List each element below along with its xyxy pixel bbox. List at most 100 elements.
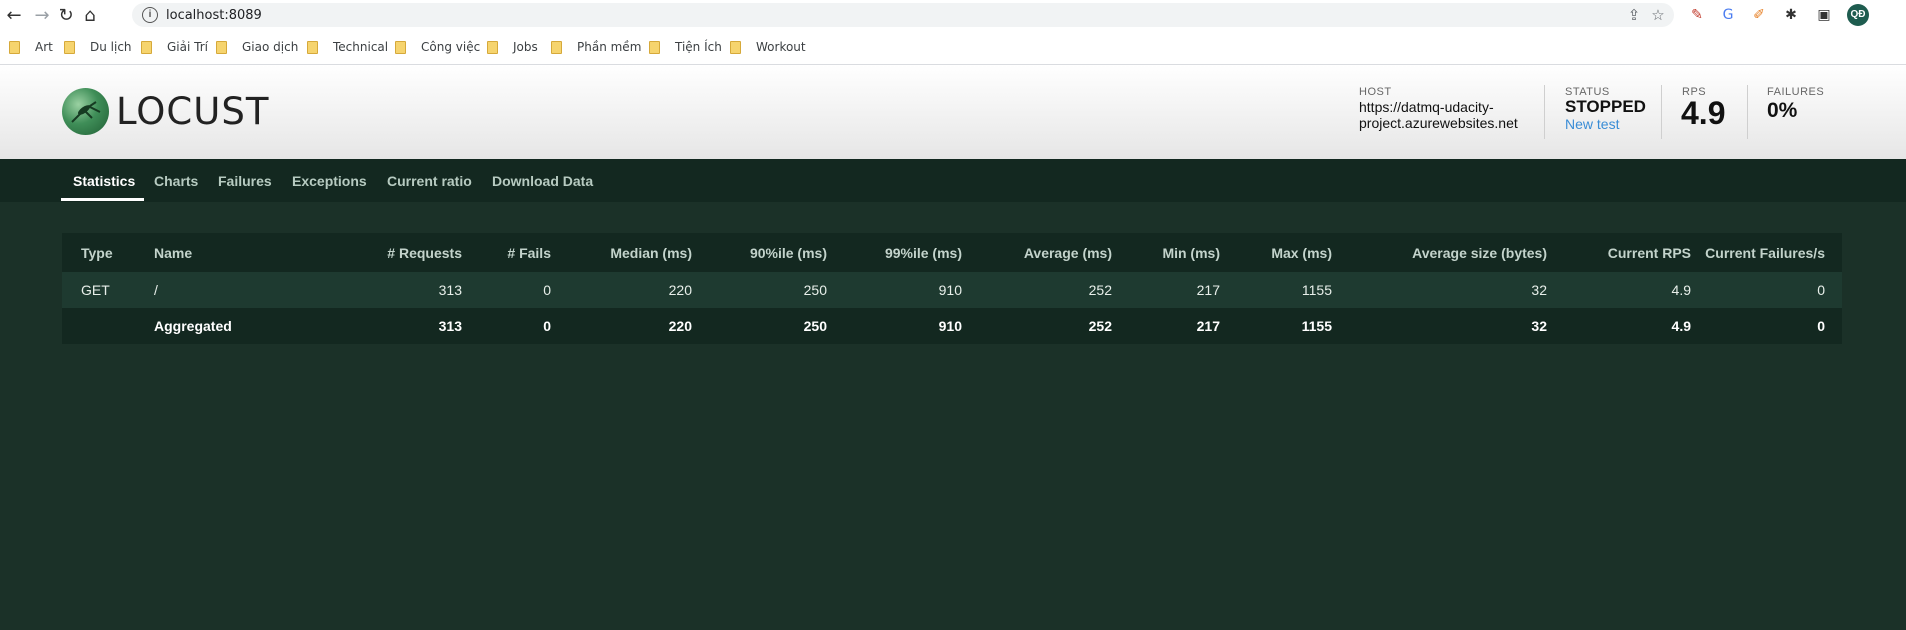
extensions-puzzle-icon[interactable]: ✱ [1781, 5, 1801, 25]
header-divider [1747, 85, 1748, 139]
rps-value: 4.9 [1681, 95, 1726, 131]
folder-icon [649, 40, 660, 54]
column-header[interactable]: Average (ms) [1024, 245, 1112, 261]
cell-current-failures: 0 [1817, 318, 1825, 334]
extension-pen-icon[interactable]: ✎ [1687, 5, 1707, 25]
cell-median: 220 [668, 318, 692, 334]
cell-max: 1155 [1301, 318, 1332, 334]
cell-fails: 0 [543, 318, 551, 334]
back-icon[interactable]: ← [2, 3, 26, 27]
column-header[interactable]: Current Failures/s [1705, 245, 1825, 261]
failures-label: FAILURES [1767, 86, 1825, 98]
grasshopper-icon [71, 101, 101, 123]
cell-requests: 313 [438, 318, 462, 334]
column-header[interactable]: Average size (bytes) [1412, 245, 1547, 261]
tab-exceptions[interactable]: Exceptions [292, 173, 367, 189]
cell-max: 1155 [1301, 282, 1332, 298]
bookmark-folder[interactable]: Tiện Ích [649, 38, 722, 56]
bookmark-folder[interactable]: Phần mềm [551, 38, 641, 56]
folder-icon [307, 40, 318, 54]
tab-download-data[interactable]: Download Data [492, 173, 593, 189]
cell-fails: 0 [543, 282, 551, 298]
reload-icon[interactable]: ↻ [54, 3, 78, 27]
bookmark-folder[interactable]: Giải Trí [141, 38, 208, 56]
cell-requests: 313 [438, 282, 462, 298]
locust-logo-icon [62, 88, 109, 135]
bookmark-folder[interactable]: Technical [307, 38, 388, 56]
cell-current-rps: 4.9 [1671, 318, 1691, 334]
browser-toolbar: ← → ↻ ⌂ i localhost:8089 ⇪ ☆ ✎ G ✐ ✱ ▣ Q… [0, 0, 1906, 30]
tab-current-ratio[interactable]: Current ratio [387, 173, 472, 189]
side-panel-icon[interactable]: ▣ [1814, 5, 1834, 25]
cell-p90: 250 [803, 318, 827, 334]
forward-icon[interactable]: → [30, 3, 54, 27]
tab-charts[interactable]: Charts [154, 173, 198, 189]
column-header[interactable]: Max (ms) [1271, 245, 1332, 261]
column-header[interactable]: # Requests [387, 245, 462, 261]
bookmark-star-icon[interactable]: ☆ [1648, 5, 1668, 25]
folder-icon [730, 40, 741, 54]
new-test-link[interactable]: New test [1565, 116, 1619, 132]
tab-failures[interactable]: Failures [218, 173, 272, 189]
folder-icon [487, 40, 498, 54]
bookmark-folder[interactable]: Art [9, 38, 53, 56]
cell-avg-size: 32 [1531, 318, 1547, 334]
column-header[interactable]: Min (ms) [1162, 245, 1220, 261]
status-value: STOPPED [1565, 97, 1646, 116]
column-header[interactable]: Current RPS [1608, 245, 1691, 261]
bookmark-folder[interactable]: Jobs [487, 38, 538, 56]
folder-icon [216, 40, 227, 54]
table-header-row: Type Name # Requests # Fails Median (ms)… [62, 233, 1842, 272]
cell-p90: 250 [803, 282, 827, 298]
profile-avatar[interactable]: QĐ [1847, 4, 1869, 26]
column-header[interactable]: Type [81, 245, 113, 261]
address-bar[interactable]: i localhost:8089 ⇪ ☆ [132, 3, 1674, 27]
table-row: GET / 313 0 220 250 910 252 217 1155 32 … [62, 272, 1842, 308]
active-tab-indicator [61, 198, 144, 201]
cell-min: 217 [1196, 318, 1220, 334]
locust-header: LOCUST HOST https://datmq-udacity-projec… [0, 65, 1906, 159]
table-aggregated-row: Aggregated 313 0 220 250 910 252 217 115… [62, 308, 1842, 344]
home-icon[interactable]: ⌂ [78, 3, 102, 27]
failures-value: 0% [1767, 99, 1798, 122]
cell-type: GET [81, 282, 110, 298]
translate-extension-icon[interactable]: G [1718, 5, 1738, 25]
bookmarks-bar: Art Du lịch Giải Trí Giao dịch Technical… [0, 30, 1906, 65]
folder-icon [141, 40, 152, 54]
folder-icon [9, 40, 20, 54]
column-header[interactable]: Median (ms) [610, 245, 692, 261]
folder-icon [64, 40, 75, 54]
share-icon[interactable]: ⇪ [1624, 5, 1644, 25]
cell-average: 252 [1088, 282, 1112, 298]
header-divider [1544, 85, 1545, 139]
bookmark-folder[interactable]: Công việc [395, 38, 480, 56]
cell-current-failures: 0 [1817, 282, 1825, 298]
cell-name: Aggregated [154, 318, 232, 334]
bookmark-folder[interactable]: Workout [730, 38, 806, 56]
header-divider [1661, 85, 1662, 139]
bookmark-folder[interactable]: Giao dịch [216, 38, 298, 56]
cell-avg-size: 32 [1531, 282, 1547, 298]
column-header[interactable]: 99%ile (ms) [885, 245, 962, 261]
column-header[interactable]: Name [154, 245, 192, 261]
column-header[interactable]: 90%ile (ms) [750, 245, 827, 261]
cell-name: / [154, 282, 158, 298]
host-label: HOST [1359, 86, 1392, 98]
folder-icon [395, 40, 406, 54]
cell-median: 220 [668, 282, 692, 298]
cell-average: 252 [1088, 318, 1112, 334]
color-picker-extension-icon[interactable]: ✐ [1749, 5, 1769, 25]
locust-logo-text: LOCUST [116, 90, 270, 133]
bookmark-folder[interactable]: Du lịch [64, 38, 132, 56]
url-text: localhost:8089 [166, 8, 262, 23]
cell-p99: 910 [938, 282, 962, 298]
statistics-table: Type Name # Requests # Fails Median (ms)… [62, 233, 1842, 344]
tab-statistics[interactable]: Statistics [73, 173, 135, 189]
column-header[interactable]: # Fails [507, 245, 551, 261]
cell-min: 217 [1196, 282, 1220, 298]
site-info-icon[interactable]: i [142, 7, 158, 23]
folder-icon [551, 40, 562, 54]
tab-bar: Statistics Charts Failures Exceptions Cu… [0, 159, 1906, 202]
cell-p99: 910 [938, 318, 962, 334]
cell-current-rps: 4.9 [1671, 282, 1691, 298]
